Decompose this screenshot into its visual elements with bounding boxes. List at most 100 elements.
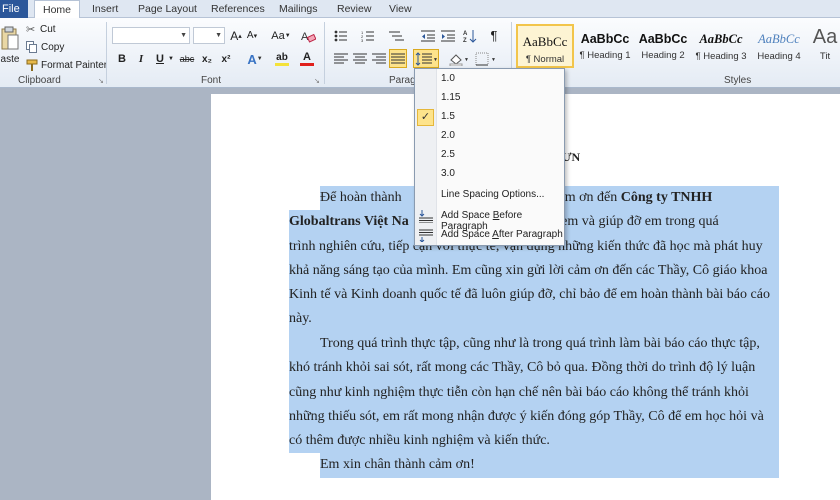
text-line: có thêm được nhiều kinh nghiệm và kiến t…: [289, 429, 779, 454]
tab-page-layout[interactable]: Page Layout: [138, 0, 197, 18]
line-spacing-option-2-0[interactable]: 2.0: [415, 127, 564, 146]
clipboard-launcher-icon[interactable]: ↘: [98, 77, 104, 85]
subscript-button[interactable]: x₂: [200, 51, 214, 67]
show-formatting-button[interactable]: ¶: [486, 27, 502, 44]
highlight-button[interactable]: ab: [270, 51, 294, 67]
style-name: Heading 4: [757, 51, 801, 62]
italic-button[interactable]: I: [134, 51, 148, 67]
style-heading-1[interactable]: AaBbCc ¶ Heading 1: [576, 24, 634, 68]
text-line: Kinh tế và Kinh doanh quốc tế đã luôn gi…: [289, 283, 779, 308]
bold-button[interactable]: B: [115, 51, 129, 67]
align-right-icon: [372, 53, 386, 64]
sort-button[interactable]: AZ: [461, 27, 479, 44]
paste-button[interactable]: aste: [0, 20, 20, 70]
paragraph-2[interactable]: Trong quá trình thực tập, cũng như là tr…: [289, 332, 779, 478]
line-spacing-option-3-0[interactable]: 3.0: [415, 165, 564, 184]
line-spacing-option-1-0[interactable]: 1.0: [415, 70, 564, 89]
font-launcher-icon[interactable]: ↘: [314, 77, 320, 85]
copy-label: Copy: [41, 41, 65, 53]
font-family-dropdown[interactable]: ▼: [112, 27, 190, 44]
copy-button[interactable]: Copy: [26, 40, 64, 54]
copy-icon: [26, 41, 37, 53]
line-spacing-options-item[interactable]: Line Spacing Options...: [415, 186, 564, 205]
tab-insert[interactable]: Insert: [92, 0, 118, 18]
borders-button[interactable]: ▼: [474, 51, 498, 67]
style-sample: AaBbCc: [758, 32, 800, 46]
checkmark-icon: ✓: [417, 109, 434, 126]
underline-button[interactable]: U: [153, 51, 167, 67]
increase-indent-icon: [441, 30, 455, 41]
tab-view[interactable]: View: [389, 0, 412, 18]
text-line: cũng như kinh nghiệm thực tiễn còn hạn c…: [289, 380, 779, 405]
cut-button[interactable]: ✂ Cut: [26, 22, 56, 36]
tab-home[interactable]: Home: [34, 0, 81, 19]
add-space-after-paragraph-item[interactable]: Add Space After Paragraph: [415, 226, 564, 245]
align-center-icon: [353, 53, 367, 64]
text-line: khả năng sáng tạo của mình. Em cũng xin …: [289, 258, 779, 284]
format-painter-label: Format Painter: [41, 59, 108, 71]
clear-formatting-icon: A: [301, 31, 316, 43]
align-left-button[interactable]: [333, 51, 349, 67]
tab-review[interactable]: Review: [337, 0, 371, 18]
font-group-label: Font: [201, 75, 222, 86]
style-title[interactable]: Aa Tit: [810, 24, 840, 68]
align-right-button[interactable]: [371, 51, 387, 67]
shrink-font-button[interactable]: A ▾: [245, 27, 259, 44]
superscript-button[interactable]: x²: [219, 51, 233, 67]
bullets-icon: [334, 30, 347, 41]
line-spacing-option-1-5[interactable]: ✓ 1.5: [415, 108, 564, 127]
bullets-button[interactable]: [333, 27, 353, 44]
font-size-dropdown[interactable]: ▼: [193, 27, 225, 44]
text-effects-button[interactable]: A ▼: [244, 51, 266, 67]
line-spacing-button[interactable]: ▼: [413, 49, 439, 68]
group-separator: [324, 22, 325, 84]
line-spacing-option-1-15[interactable]: 1.15: [415, 89, 564, 108]
numbering-button[interactable]: 123: [359, 27, 381, 44]
style-sample: AaBbCc: [522, 34, 568, 49]
multilevel-list-icon: [389, 31, 404, 40]
space-after-icon: [419, 229, 433, 242]
style-sample: AaBbCc: [580, 32, 630, 46]
style-heading-4[interactable]: AaBbCc Heading 4: [750, 24, 808, 68]
clear-formatting-button[interactable]: A: [299, 27, 317, 44]
grow-font-button[interactable]: A ▴: [229, 27, 243, 44]
styles-group-label: Styles: [724, 75, 752, 86]
highlight-color-swatch: [275, 63, 289, 66]
style-normal[interactable]: AaBbCc ¶ Normal: [516, 24, 574, 68]
tab-references[interactable]: References: [211, 0, 265, 18]
increase-indent-button[interactable]: [440, 27, 456, 44]
format-painter-button[interactable]: Format Painter: [26, 58, 107, 72]
clipboard-group-label: Clipboard: [18, 75, 61, 86]
shading-button[interactable]: ▼: [447, 51, 471, 67]
font-color-icon: A: [303, 51, 311, 63]
text-line: Em xin chân thành cảm ơn!: [289, 453, 779, 478]
text-line: khó tránh khỏi sai sót, rất mong các Thầ…: [289, 356, 779, 381]
scissors-icon: ✂: [26, 23, 36, 36]
style-heading-2[interactable]: AaBbCc Heading 2: [634, 24, 692, 68]
svg-text:Z: Z: [463, 38, 467, 43]
strikethrough-button[interactable]: abc: [178, 51, 196, 67]
text-line: Trong quá trình thực tập, cũng như là tr…: [289, 332, 779, 357]
ribbon-tab-bar: File Home Insert Page Layout References …: [0, 0, 840, 19]
multilevel-list-button[interactable]: [386, 27, 408, 44]
justify-button[interactable]: [389, 49, 407, 68]
align-left-icon: [334, 53, 348, 64]
align-center-button[interactable]: [352, 51, 368, 67]
style-heading-3[interactable]: AaBbCc ¶ Heading 3: [692, 24, 750, 68]
tab-file[interactable]: File: [0, 0, 28, 18]
borders-icon: ▼: [475, 52, 496, 66]
line-spacing-option-2-5[interactable]: 2.5: [415, 146, 564, 165]
decrease-indent-button[interactable]: [420, 27, 436, 44]
style-name: Heading 2: [641, 50, 685, 61]
svg-text:▼: ▼: [464, 57, 469, 63]
change-case-button[interactable]: Aa ▼: [270, 27, 292, 44]
style-name: ¶ Normal: [525, 54, 565, 65]
text-line: những thiếu sót, em rất mong nhận được ý…: [289, 404, 779, 430]
font-color-swatch: [300, 63, 314, 66]
format-painter-icon: [26, 59, 38, 71]
group-separator: [106, 22, 107, 84]
decrease-indent-icon: [421, 30, 435, 41]
font-color-button[interactable]: A: [296, 51, 318, 67]
tab-mailings[interactable]: Mailings: [279, 0, 318, 18]
add-space-before-paragraph-item[interactable]: Add Space Before Paragraph: [415, 207, 564, 232]
